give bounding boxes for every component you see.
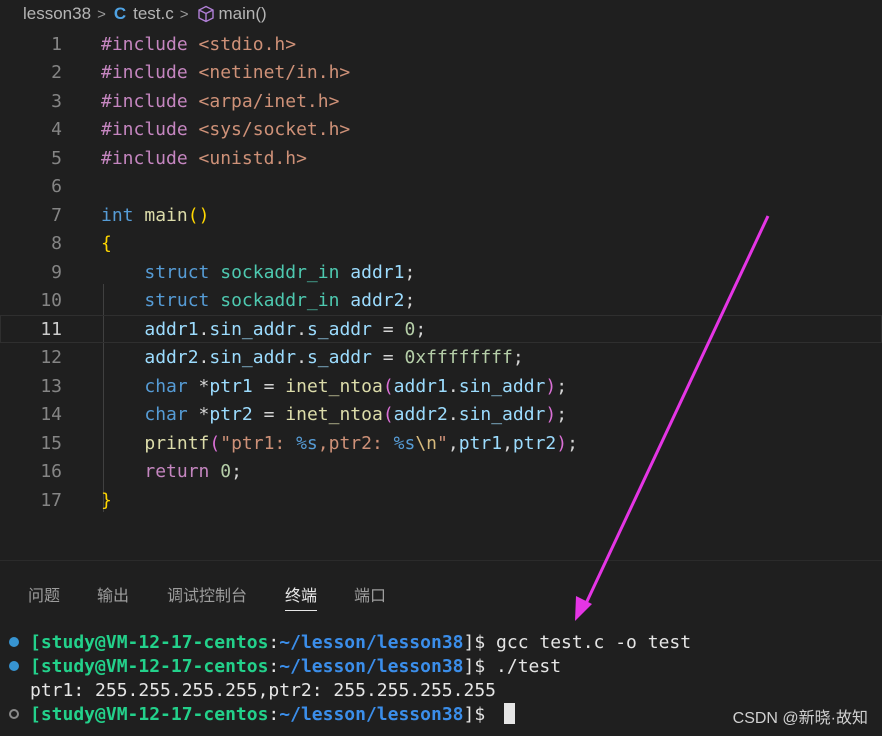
annotation-arrow-icon — [575, 215, 770, 621]
watermark: CSDN @新晓·故知 — [732, 710, 868, 727]
